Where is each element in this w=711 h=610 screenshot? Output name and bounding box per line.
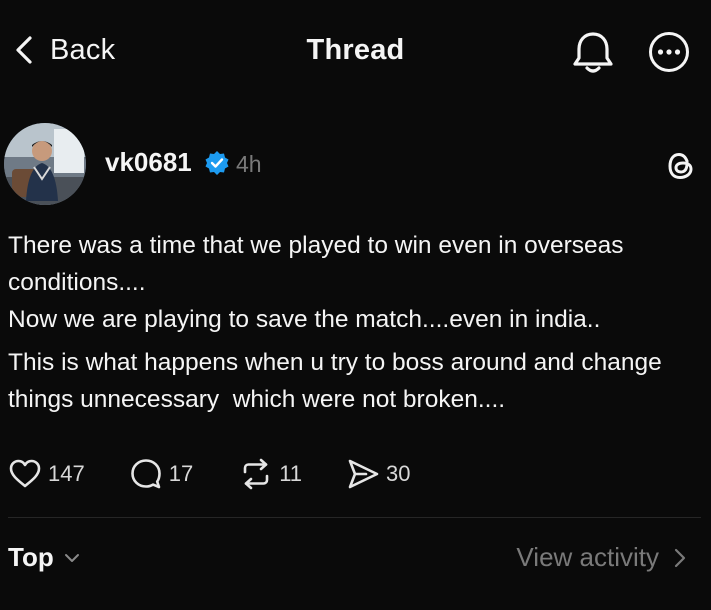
avatar-photo [4, 123, 86, 205]
post-body: There was a time that we played to win e… [8, 227, 708, 418]
post-actions: 147 17 11 30 [8, 454, 411, 494]
repost-count: 11 [279, 461, 303, 486]
post-text-line: Now we are playing to save the match....… [8, 306, 601, 333]
chevron-right-icon [674, 548, 686, 567]
threads-logo-icon [668, 153, 693, 179]
repost-button[interactable]: 11 [239, 457, 302, 491]
divider [8, 517, 701, 518]
avatar[interactable] [4, 123, 86, 205]
share-button[interactable]: 30 [346, 457, 411, 491]
post-username[interactable]: vk0681 [105, 147, 192, 178]
sort-label: Top [8, 542, 54, 572]
view-activity-link[interactable]: View activity [516, 542, 689, 573]
repost-icon [243, 458, 269, 490]
send-icon [348, 459, 379, 489]
post-text-line: This is what happens when u try to boss … [8, 349, 669, 413]
view-activity-label: View activity [516, 542, 659, 572]
heart-icon [9, 459, 41, 488]
share-count: 30 [386, 461, 411, 486]
reply-button[interactable]: 17 [129, 457, 193, 491]
verified-badge-icon [205, 151, 229, 175]
more-icon[interactable] [648, 31, 690, 73]
comment-icon [130, 459, 161, 489]
top-bar: Back Thread [0, 0, 711, 104]
like-count: 147 [48, 461, 85, 486]
reply-count: 17 [168, 461, 194, 486]
sort-dropdown[interactable]: Top [8, 542, 84, 573]
chevron-down-icon [64, 553, 79, 562]
post-text-line: There was a time that we played to win e… [8, 232, 631, 296]
post-time: 4h [236, 151, 262, 177]
bell-icon[interactable] [570, 28, 616, 76]
like-button[interactable]: 147 [8, 457, 85, 491]
